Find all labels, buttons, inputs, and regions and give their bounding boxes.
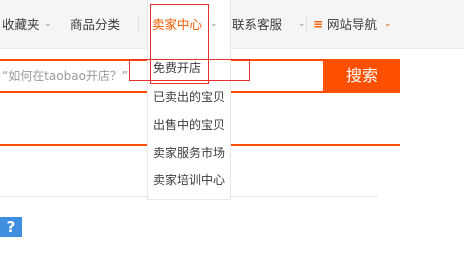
nav-favorites[interactable]: 收藏夹 bbox=[2, 0, 40, 49]
chevron-down-icon: ⌄ bbox=[210, 19, 218, 29]
chevron-down-icon: ⌄ bbox=[298, 19, 306, 29]
seller-center-dropdown: 免费开店 已卖出的宝贝 出售中的宝贝 卖家服务市场 卖家培训中心 bbox=[147, 49, 231, 200]
menu-item-seller-service-market[interactable]: 卖家服务市场 bbox=[153, 143, 225, 163]
nav-categories[interactable]: 商品分类 bbox=[70, 0, 120, 49]
menu-item-free-open-shop[interactable]: 免费开店 bbox=[153, 58, 201, 78]
menu-item-sold-items[interactable]: 已卖出的宝贝 bbox=[153, 87, 225, 107]
help-icon[interactable]: ? bbox=[0, 217, 22, 237]
nav-divider bbox=[306, 17, 307, 31]
nav-divider bbox=[138, 17, 139, 31]
page: 收藏夹 ⌄ 商品分类 卖家中心 ⌄ 联系客服 ⌄ ≡ 网站导航 ⌄ 搜索 免费开… bbox=[0, 0, 464, 270]
chevron-down-icon: ⌄ bbox=[44, 19, 52, 29]
top-nav-bar: 收藏夹 ⌄ 商品分类 卖家中心 ⌄ 联系客服 ⌄ ≡ 网站导航 ⌄ bbox=[0, 0, 464, 50]
menu-icon: ≡ bbox=[313, 17, 324, 31]
chevron-down-icon: ⌄ bbox=[384, 19, 392, 29]
nav-seller-center[interactable]: 卖家中心 bbox=[152, 0, 202, 49]
menu-item-seller-training-center[interactable]: 卖家培训中心 bbox=[153, 170, 225, 190]
menu-item-items-on-sale[interactable]: 出售中的宝贝 bbox=[153, 115, 225, 135]
nav-customer-service[interactable]: 联系客服 bbox=[232, 0, 282, 49]
nav-site-navigation[interactable]: 网站导航 bbox=[327, 0, 377, 49]
search-button[interactable]: 搜索 bbox=[324, 59, 400, 93]
